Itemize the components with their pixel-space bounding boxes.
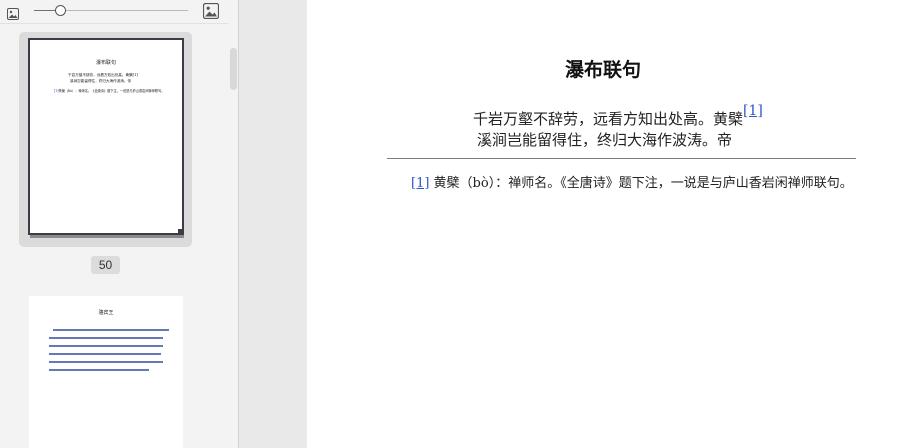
sidebar-scrollbar[interactable] bbox=[230, 48, 237, 90]
thumbnail-footnote-text: 黄檗（bò）：禅师名。《全唐诗》题下注，一说是与庐山香岩闲禅师联句。 bbox=[58, 89, 165, 93]
thumbnail-text-line bbox=[49, 369, 149, 371]
page-number-badge: 50 bbox=[91, 256, 120, 274]
thumbnail-title: 骆宾王 bbox=[98, 310, 114, 316]
toolbar-divider bbox=[0, 23, 228, 24]
thumbnail-text-line bbox=[49, 361, 163, 363]
thumbnail-sidebar: 瀑布联句 千岩万壑不辞劳，远看方知出处高。黄檗[1] 溪涧岂能留得住，终归大海作… bbox=[0, 0, 228, 448]
page-thumbnail-50[interactable]: 瀑布联句 千岩万壑不辞劳，远看方知出处高。黄檗[1] 溪涧岂能留得住，终归大海作… bbox=[28, 38, 184, 235]
thumbnail-text-line bbox=[53, 329, 169, 331]
poem-line: 千岩万壑不辞劳，远看方知出处高。黄檗[1] bbox=[473, 103, 763, 129]
thumbnail-poem-line: 千岩万壑不辞劳，远看方知出处高。黄檗[1] bbox=[68, 73, 138, 77]
page-title: 瀑布联句 bbox=[564, 59, 641, 81]
footnote-divider bbox=[387, 158, 856, 159]
poem-line: 溪涧岂能留得住，终归大海作波涛。帝 bbox=[477, 131, 733, 149]
thumbnail-footnote: [1]黄檗（bò）：禅师名。《全唐诗》题下注，一说是与庐山香岩闲禅师联句。 bbox=[54, 89, 165, 93]
page-thumbnail-51[interactable]: 骆宾王 bbox=[29, 296, 183, 448]
thumbnail-text-line bbox=[49, 353, 161, 355]
document-page: 瀑布联句 千岩万壑不辞劳，远看方知出处高。黄檗[1] 溪涧岂能留得住，终归大海作… bbox=[307, 0, 900, 448]
thumbnail-corner-mark bbox=[178, 229, 182, 233]
thumbnail-text-line bbox=[49, 337, 163, 339]
zoom-slider-thumb[interactable] bbox=[54, 5, 66, 16]
image-large-icon[interactable] bbox=[202, 2, 220, 20]
thumbnail-zoom-bar bbox=[0, 0, 228, 24]
thumbnail-text-line bbox=[49, 345, 163, 347]
footnote-reference-link[interactable]: [1] bbox=[743, 103, 763, 119]
image-small-icon[interactable] bbox=[7, 5, 19, 20]
footnote-text: 黄檗（bò）：禅师名。《全唐诗》题下注，一说是与庐山香岩闲禅师联句。 bbox=[429, 176, 853, 191]
thumbnail-shadow bbox=[30, 235, 184, 238]
thumbnail-title: 瀑布联句 bbox=[95, 60, 116, 66]
thumbnail-poem-line: 溪涧岂能留得住，终归大海作波涛。帝 bbox=[70, 79, 132, 83]
footnote: [1] 黄檗（bò）：禅师名。《全唐诗》题下注，一说是与庐山香岩闲禅师联句。 bbox=[387, 172, 859, 195]
footnote-backlink[interactable]: [1] bbox=[411, 176, 429, 191]
poem-line-text: 千岩万壑不辞劳，远看方知出处高。黄檗 bbox=[473, 110, 744, 128]
